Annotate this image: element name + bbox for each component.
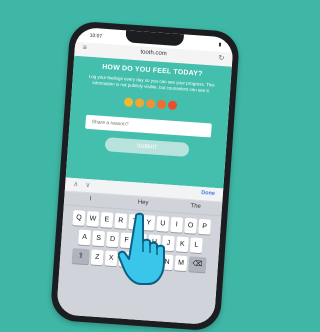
suggestion-1[interactable]: I [64,191,117,208]
suggestion-3[interactable]: The [169,199,222,216]
backspace-icon[interactable]: ⌫ [188,256,207,273]
key-x[interactable]: X [104,250,118,267]
emoji-1-icon[interactable] [123,97,133,108]
key-s[interactable]: S [92,230,106,247]
key-o[interactable]: O [184,217,198,234]
reason-input[interactable] [85,115,212,138]
key-k[interactable]: K [175,236,189,253]
suggestion-2[interactable]: Hey [116,195,169,212]
emoji-3-icon[interactable] [145,99,155,109]
emoji-4-icon[interactable] [156,100,166,110]
shift-icon[interactable]: ⇧ [71,248,90,265]
key-q[interactable]: Q [72,210,86,226]
key-w[interactable]: W [86,211,100,227]
pointing-hand-icon [118,212,165,285]
key-z[interactable]: Z [90,249,104,266]
key-e[interactable]: E [100,212,114,228]
chevron-up-icon[interactable]: ∧ [73,180,79,188]
key-p[interactable]: P [198,218,212,235]
key-m[interactable]: M [174,255,188,272]
mood-options [71,94,229,114]
done-button[interactable]: Done [201,190,215,197]
chevron-down-icon[interactable]: ∨ [85,181,91,189]
mood-card: HOW DO YOU FEEL TODAY? Log your feelings… [65,55,232,189]
emoji-5-icon[interactable] [167,100,177,111]
battery-icon: ▮ [218,41,222,48]
status-time: 10:07 [89,32,103,40]
reload-icon[interactable]: ↻ [218,54,224,62]
key-l[interactable]: L [189,237,203,254]
key-a[interactable]: A [78,229,92,246]
emoji-2-icon[interactable] [134,98,144,109]
submit-button[interactable]: SUBMIT [104,137,190,158]
